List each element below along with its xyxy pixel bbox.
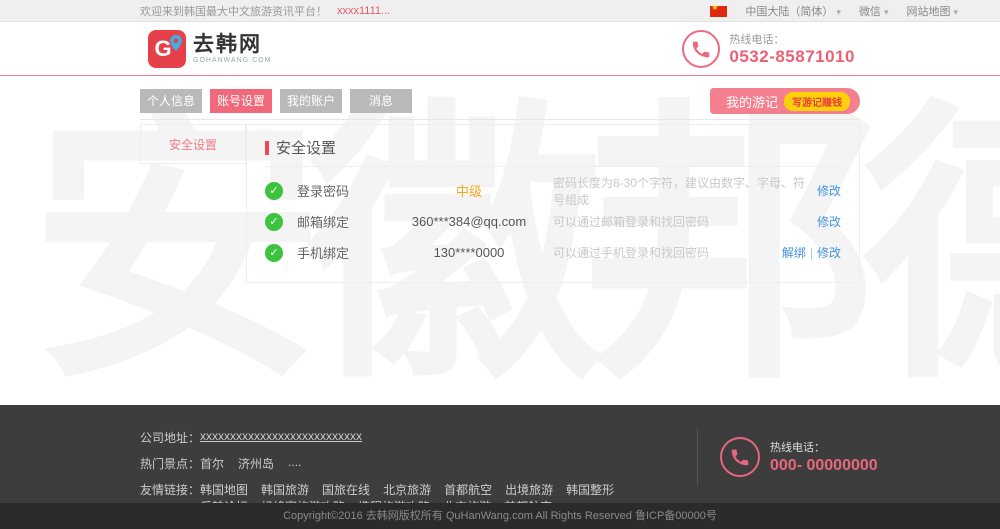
- header-hotline: 热线电话： 0532-85871010: [682, 30, 855, 68]
- address-value: xxxxxxxxxxxxxxxxxxxxxxxxxxx: [200, 429, 362, 446]
- friend-link[interactable]: 出境旅游: [505, 483, 553, 497]
- title-accent-bar: [265, 141, 269, 155]
- company-address-row: 公司地址： xxxxxxxxxxxxxxxxxxxxxxxxxxx: [140, 429, 685, 446]
- row-phone-binding: ✓ 手机绑定 130****0000 可以通过手机登录和找回密码 解绑 | 修改: [265, 237, 841, 268]
- footer-hotline: 热线电话： 000- 00000000: [697, 429, 878, 485]
- friend-link[interactable]: 北京旅游: [383, 483, 431, 497]
- phone-icon: [682, 30, 720, 68]
- logo-text: 去韩网 GOHANWANG.COM: [193, 34, 271, 64]
- spots-label: 热门景点：: [140, 455, 200, 472]
- hot-spots-row: 热门景点： 首尔 济州岛 ....: [140, 455, 685, 472]
- tab-my-account[interactable]: 我的账户: [280, 89, 342, 113]
- welcome-text: 欢迎来到韩国最大中文旅游资讯平台！: [140, 3, 327, 19]
- friend-link[interactable]: 韩国整形: [566, 483, 614, 497]
- earn-money-badge: 写游记赚钱: [784, 92, 850, 111]
- footer-hotline-number: 000- 00000000: [770, 457, 878, 475]
- password-strength: 中级: [385, 181, 553, 200]
- flag-star: ★: [711, 3, 718, 12]
- chevron-down-icon: ▾: [953, 7, 958, 17]
- friend-link[interactable]: 韩国地图: [200, 483, 248, 497]
- site-header: G 去韩网 GOHANWANG.COM 热线电话： 0532-85871010: [0, 22, 1000, 76]
- check-circle-icon: ✓: [265, 182, 283, 200]
- region-label: 中国大陆（简体）: [745, 6, 833, 18]
- unbind-phone-link[interactable]: 解绑: [782, 246, 806, 260]
- security-settings-panel: 安全设置 ✓ 登录密码 中级 密码长度为8-30个字符，建议由数字、字母、符号组…: [246, 124, 860, 283]
- topbar: 欢迎来到韩国最大中文旅游资讯平台！ xxxx1111... ★ 中国大陆（简体）…: [0, 0, 1000, 22]
- copyright-bar: Copyright©2016 去韩网版权所有 QuHanWang.com All…: [0, 503, 1000, 529]
- bound-phone: 130****0000: [385, 245, 553, 260]
- row-label: 手机绑定: [297, 243, 385, 262]
- page-root: 安徽邦德 欢迎来到韩国最大中文旅游资讯平台！ xxxx1111... ★ 中国大…: [0, 0, 1000, 529]
- site-footer: 公司地址： xxxxxxxxxxxxxxxxxxxxxxxxxxx 热门景点： …: [0, 405, 1000, 503]
- main-content: 个人信息 账号设置 我的账户 消息 我的游记 写游记赚钱 安全设置 安全设置 ✓: [140, 88, 860, 283]
- site-name: 去韩网: [193, 34, 271, 55]
- region-selector[interactable]: 中国大陆（简体）▾: [745, 3, 841, 19]
- chevron-down-icon: ▾: [836, 7, 841, 17]
- spot-link-more[interactable]: ....: [288, 455, 301, 472]
- check-circle-icon: ✓: [265, 244, 283, 262]
- panel-title: 安全设置: [276, 137, 336, 158]
- sitemap-label: 网站地图: [906, 6, 950, 18]
- tab-messages[interactable]: 消息: [350, 89, 412, 113]
- tab-personal-info[interactable]: 个人信息: [140, 89, 202, 113]
- row-description: 密码长度为8-30个字符，建议由数字、字母、符号组成: [553, 174, 817, 208]
- address-label: 公司地址：: [140, 429, 200, 446]
- account-tabs: 个人信息 账号设置 我的账户 消息 我的游记 写游记赚钱: [140, 88, 860, 120]
- my-travel-notes-button[interactable]: 我的游记 写游记赚钱: [710, 88, 860, 114]
- site-domain: GOHANWANG.COM: [193, 57, 271, 64]
- tab-account-settings[interactable]: 账号设置: [210, 89, 272, 113]
- wechat-label: 微信: [859, 6, 881, 18]
- modify-email-link[interactable]: 修改: [817, 215, 841, 229]
- row-label: 邮箱绑定: [297, 212, 385, 231]
- modify-phone-link[interactable]: 修改: [817, 246, 841, 260]
- spot-link-jeju[interactable]: 济州岛: [238, 455, 274, 472]
- phone-icon: [720, 437, 760, 477]
- settings-sidebar: 安全设置: [140, 124, 246, 164]
- hotline-label: 热线电话：: [729, 31, 855, 47]
- panel-header: 安全设置: [265, 137, 841, 167]
- travel-notes-label: 我的游记: [726, 92, 778, 111]
- site-logo[interactable]: G 去韩网 GOHANWANG.COM: [148, 30, 271, 68]
- row-label: 登录密码: [297, 181, 385, 200]
- bound-email: 360***384@qq.com: [385, 214, 553, 229]
- hotline-number: 0532-85871010: [729, 47, 855, 67]
- footer-hotline-label: 热线电话：: [770, 439, 878, 455]
- row-description: 可以通过手机登录和找回密码: [553, 244, 782, 261]
- spot-link-seoul[interactable]: 首尔: [200, 455, 224, 472]
- logo-icon: G: [148, 30, 186, 68]
- sitemap-menu[interactable]: 网站地图▾: [906, 3, 958, 19]
- modify-password-link[interactable]: 修改: [817, 184, 841, 198]
- user-account-link[interactable]: xxxx1111...: [337, 5, 390, 17]
- sidebar-item-security[interactable]: 安全设置: [169, 136, 217, 153]
- wechat-menu[interactable]: 微信▾: [859, 3, 889, 19]
- china-flag-icon: ★: [710, 6, 727, 17]
- row-login-password: ✓ 登录密码 中级 密码长度为8-30个字符，建议由数字、字母、符号组成 修改: [265, 175, 841, 206]
- row-description: 可以通过邮箱登录和找回密码: [553, 213, 817, 230]
- row-email-binding: ✓ 邮箱绑定 360***384@qq.com 可以通过邮箱登录和找回密码 修改: [265, 206, 841, 237]
- check-circle-icon: ✓: [265, 213, 283, 231]
- map-pin-icon: [169, 34, 183, 52]
- friend-link[interactable]: 首都航空: [444, 483, 492, 497]
- action-separator: |: [810, 246, 813, 260]
- friend-link[interactable]: 国旅在线: [322, 483, 370, 497]
- friend-link[interactable]: 韩国旅游: [261, 483, 309, 497]
- chevron-down-icon: ▾: [884, 7, 889, 17]
